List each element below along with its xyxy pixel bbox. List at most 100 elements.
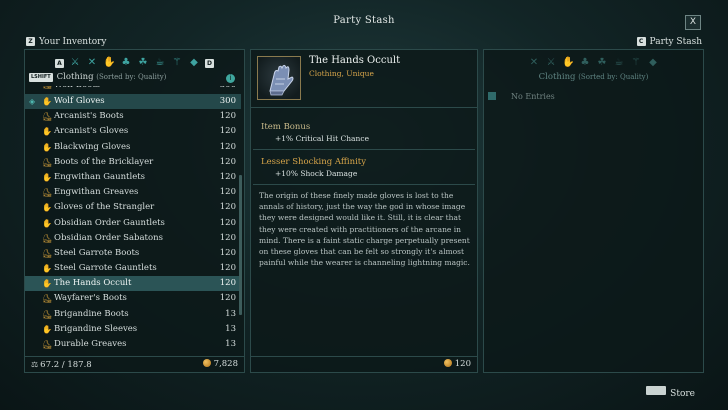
ingredients-category-icon[interactable]: ☘ (596, 57, 608, 69)
affinity-value: +10% Shock Damage (275, 169, 358, 178)
list-item[interactable]: ✋ Brigandine Sleeves 13 (25, 322, 241, 337)
list-item[interactable]: ⛸ Obsidian Order Sabatons 120 (25, 231, 241, 246)
list-item[interactable]: ✋ Steel Garrote Gauntlets 120 (25, 261, 241, 276)
misc-category-icon[interactable]: ⚚ (630, 57, 642, 69)
item-header: The Hands Occult Clothing, Unique (251, 50, 477, 108)
item-name: Gloves of the Strangler (54, 202, 155, 213)
list-item[interactable]: ⛸ Brigandine Boots 13 (25, 307, 241, 322)
stash-sort-row[interactable]: Clothing (Sorted by: Quality) (484, 72, 703, 82)
boots-icon: ⛸ (42, 309, 53, 319)
item-value: 120 (219, 141, 236, 152)
list-item[interactable]: ⛸ Durable Greaves 13 (25, 337, 241, 352)
item-name: Boots of the Bricklayer (54, 156, 154, 167)
divider (253, 184, 475, 185)
coin-icon (202, 359, 211, 367)
top-bar: Party Stash X (0, 0, 728, 30)
key-hint-lshift: LSHIFT (29, 73, 53, 82)
list-item[interactable]: ✋ Gloves of the Strangler 120 (25, 200, 241, 215)
item-value: 120 (219, 293, 236, 304)
item-value: 120 (219, 187, 236, 198)
price-readout: 120 (443, 357, 471, 372)
shields-category-icon[interactable]: ✕ (86, 57, 98, 69)
gloves-portrait-icon (257, 56, 301, 100)
item-name: Engwithan Greaves (54, 187, 139, 198)
shields-category-icon[interactable]: ✕ (528, 57, 540, 69)
list-item[interactable]: ✋ Obsidian Order Gauntlets 120 (25, 216, 241, 231)
list-item[interactable]: ⛸ Steel Garrote Boots 120 (25, 246, 241, 261)
category-tabs: A ⚔ ✕ ✋ ♣ ☘ ☕ ⚚ ◆ D (25, 57, 244, 69)
item-value: 120 (219, 247, 236, 258)
boots-icon: ⛸ (42, 157, 53, 167)
item-name: Engwithan Gauntlets (54, 171, 145, 182)
item-list[interactable]: ⛸Wolf Boots300◈✋Wolf Gloves300⛸Arcanist'… (25, 86, 241, 354)
boots-icon: ⛸ (42, 112, 53, 122)
boots-icon: ⛸ (42, 86, 52, 89)
list-item[interactable]: ⛸ Arcanist's Boots 120 (25, 109, 241, 124)
close-button[interactable]: X (685, 15, 701, 30)
coins-value: 7,828 (213, 359, 238, 369)
item-description: The origin of these finely made gloves i… (259, 191, 470, 268)
ingredients-category-icon[interactable]: ☘ (137, 57, 149, 69)
list-item[interactable]: ⛸ Engwithan Greaves 120 (25, 185, 241, 200)
page-title: Party Stash (333, 15, 395, 26)
item-name: Steel Garrote Gauntlets (54, 263, 157, 274)
item-value: 120 (219, 278, 236, 289)
item-name: Steel Garrote Boots (54, 247, 140, 258)
quest-category-icon[interactable]: ☕ (154, 57, 166, 69)
coins-readout: 7,828 (202, 357, 238, 372)
list-item[interactable]: ✋ Arcanist's Gloves 120 (25, 124, 241, 139)
key-hint-z: Z (26, 37, 35, 46)
divider (253, 149, 475, 150)
consumables-category-icon[interactable]: ♣ (120, 57, 132, 69)
quest-category-icon[interactable]: ☕ (613, 57, 625, 69)
item-value: 13 (225, 339, 236, 349)
weight-value: 67.2 / 187.8 (40, 360, 92, 370)
list-item[interactable]: ◈ ✋ Wolf Gloves 300 (25, 94, 241, 110)
list-item[interactable]: ✋ Engwithan Gauntlets 120 (25, 170, 241, 185)
inventory-panel: A ⚔ ✕ ✋ ♣ ☘ ☕ ⚚ ◆ D LSHIFT Clothing (Sort… (24, 49, 245, 373)
item-name: Durable Greaves (54, 339, 127, 349)
weapons-category-icon[interactable]: ⚔ (69, 57, 81, 69)
key-hint-d: D (205, 58, 214, 68)
item-bonus-value: +1% Critical Hit Chance (275, 134, 370, 143)
item-value: 13 (225, 308, 236, 319)
store-button[interactable]: Store (646, 386, 695, 399)
list-item[interactable]: ⛸ Wayfarer's Boots 120 (25, 291, 241, 306)
info-icon[interactable]: i (226, 74, 235, 83)
gems-category-icon[interactable]: ◆ (647, 57, 659, 69)
cursor-marker-icon: ◈ (29, 97, 36, 106)
sort-row[interactable]: LSHIFT Clothing (Sorted by: Quality) i (29, 72, 241, 84)
your-inventory-tab[interactable]: Z Your Inventory (26, 37, 107, 47)
item-value: 13 (225, 323, 236, 334)
misc-category-icon[interactable]: ⚚ (171, 57, 183, 69)
item-name: Wolf Gloves (54, 96, 105, 106)
item-name: Brigandine Sleeves (54, 323, 138, 334)
gems-category-icon[interactable]: ◆ (188, 57, 200, 69)
list-item[interactable]: ✋ Blackwing Gloves 120 (25, 140, 241, 155)
affinity-label: Lesser Shocking Affinity (261, 157, 367, 167)
item-value: 120 (219, 217, 236, 228)
list-item[interactable]: ⛸ Boots of the Bricklayer 120 (25, 155, 241, 170)
weapons-category-icon[interactable]: ⚔ (545, 57, 557, 69)
item-name: Obsidian Order Gauntlets (54, 217, 165, 228)
list-item[interactable]: ✋ The Hands Occult 120 (25, 276, 241, 292)
list-item[interactable]: ⛸Wolf Boots 300 (25, 86, 241, 94)
stash-category-tabs: ✕ ⚔ ✋ ♣ ☘ ☕ ⚚ ◆ (484, 57, 703, 69)
scrollbar[interactable] (239, 175, 242, 315)
item-value: 120 (219, 126, 236, 137)
gloves-icon: ✋ (42, 172, 52, 182)
gloves-icon: ✋ (42, 264, 52, 274)
boots-icon: ⛸ (42, 248, 53, 258)
sort-hint: (Sorted by: Quality) (96, 73, 167, 81)
clothing-category-icon[interactable]: ✋ (103, 57, 115, 69)
gloves-icon: ✋ (42, 203, 52, 213)
key-hint-store (646, 386, 667, 395)
item-value: 120 (219, 202, 236, 213)
clothing-category-icon[interactable]: ✋ (562, 57, 574, 69)
stash-category-label: Clothing (538, 72, 576, 82)
detail-footer: 120 (251, 356, 477, 372)
boots-icon: ⛸ (42, 294, 53, 304)
consumables-category-icon[interactable]: ♣ (579, 57, 591, 69)
gloves-icon: ✋ (42, 218, 52, 228)
party-stash-tab[interactable]: C Party Stash (636, 37, 702, 47)
